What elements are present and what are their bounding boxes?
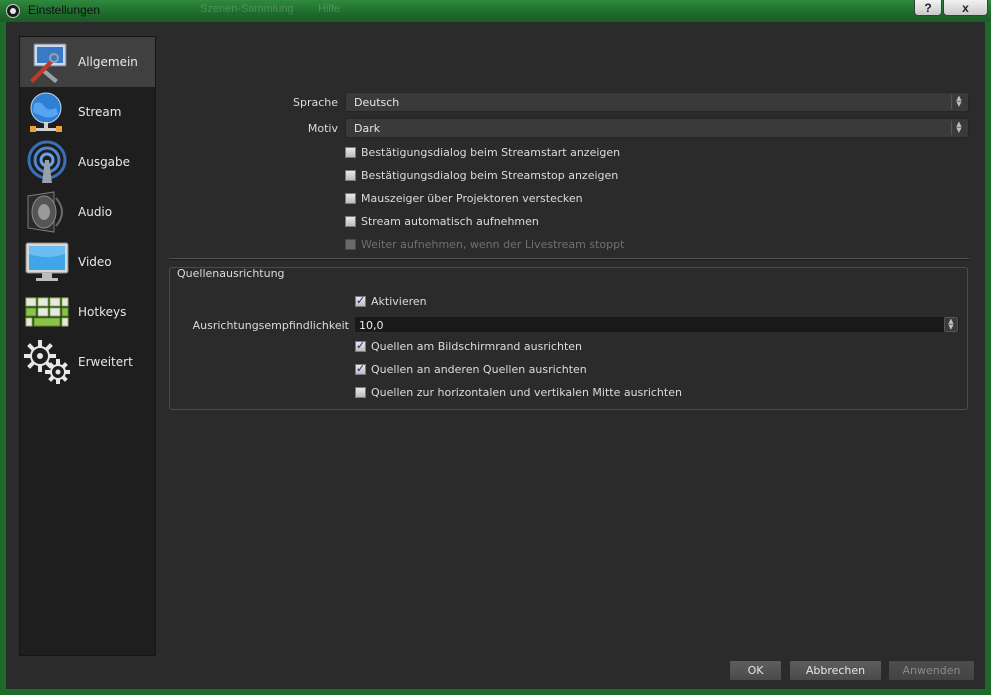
checkbox-label: Aktivieren xyxy=(371,295,427,308)
sidebar-item-audio[interactable]: Audio xyxy=(20,187,155,237)
sidebar-item-ausgabe[interactable]: Ausgabe xyxy=(20,137,155,187)
sidebar-item-erweitert[interactable]: Erweitert xyxy=(20,337,155,387)
theme-value: Dark xyxy=(354,122,381,135)
checkbox-box xyxy=(355,339,366,352)
checkbox-label: Stream automatisch aufnehmen xyxy=(361,215,539,228)
settings-dialog-body: Allgemein Stream Ausgabe Audio Video Hot… xyxy=(6,22,985,689)
confirm-stream-start-checkbox[interactable]: Bestätigungsdialog beim Streamstart anze… xyxy=(345,146,745,162)
checkbox-box xyxy=(345,239,356,250)
checkbox-label: Quellen zur horizontalen und vertikalen … xyxy=(371,386,682,399)
checkbox-box xyxy=(345,193,356,204)
sidebar-item-label: Erweitert xyxy=(78,355,133,369)
auto-record-checkbox[interactable]: Stream automatisch aufnehmen xyxy=(345,215,745,231)
checkbox-box xyxy=(345,147,356,158)
ok-button[interactable]: OK xyxy=(729,660,782,681)
checkbox-label: Weiter aufnehmen, wenn der Livestream st… xyxy=(361,238,625,251)
window-title: Einstellungen xyxy=(28,3,101,17)
sidebar-item-allgemein[interactable]: Allgemein xyxy=(20,37,155,87)
checkbox-label: Quellen an anderen Quellen ausrichten xyxy=(371,363,587,376)
checkbox-label: Quellen am Bildschirmrand ausrichten xyxy=(371,340,582,353)
snap-other-sources-checkbox[interactable]: Quellen an anderen Quellen ausrichten xyxy=(355,362,755,379)
updown-arrows-icon[interactable]: ▲ ▼ xyxy=(944,317,958,332)
close-button[interactable]: x xyxy=(943,0,988,16)
snapping-group-title: Quellenausrichtung xyxy=(177,267,285,280)
snap-sensitivity-spinbox[interactable]: 10,0 ▲ ▼ xyxy=(354,316,960,333)
sidebar-item-label: Video xyxy=(78,255,112,269)
language-label: Sprache xyxy=(292,96,338,109)
snap-sensitivity-label: Ausrichtungsempfindlichkeit xyxy=(192,319,349,332)
theme-select[interactable]: Dark ▲ ▼ xyxy=(345,118,969,138)
updown-arrows-icon: ▲ ▼ xyxy=(951,95,966,109)
help-button[interactable]: ? xyxy=(914,0,942,16)
background-menu-ghost: Hilfe xyxy=(318,3,341,15)
gears-icon xyxy=(24,340,70,384)
window-border-right xyxy=(985,22,991,695)
confirm-stream-stop-checkbox[interactable]: Bestätigungsdialog beim Streamstop anzei… xyxy=(345,169,745,185)
general-tools-icon xyxy=(30,43,67,83)
updown-arrows-icon: ▲ ▼ xyxy=(951,121,966,135)
globe-network-icon xyxy=(30,92,62,132)
keyboard-icon xyxy=(25,297,69,327)
checkbox-box xyxy=(355,294,366,307)
cancel-button[interactable]: Abbrechen xyxy=(789,660,882,681)
language-select[interactable]: Deutsch ▲ ▼ xyxy=(345,92,969,112)
speaker-icon xyxy=(27,191,63,233)
snap-center-checkbox[interactable]: Quellen zur horizontalen und vertikalen … xyxy=(355,386,755,402)
sidebar-item-label: Ausgabe xyxy=(78,155,131,169)
checkbox-box xyxy=(355,362,366,375)
sidebar-item-label: Hotkeys xyxy=(78,305,127,319)
checkbox-box xyxy=(355,387,366,398)
sidebar-item-label: Audio xyxy=(78,205,113,219)
checkbox-label: Bestätigungsdialog beim Streamstart anze… xyxy=(361,146,621,159)
window-border-bottom xyxy=(0,689,991,695)
title-bar: Einstellungen Szenen-Sammlung Hilfe ? x xyxy=(0,0,991,22)
snap-sensitivity-value: 10,0 xyxy=(359,319,384,332)
checkbox-label: Mauszeiger über Projektoren verstecken xyxy=(361,192,583,205)
apply-button[interactable]: Anwenden xyxy=(888,660,975,681)
checkbox-box xyxy=(345,170,356,181)
section-divider xyxy=(169,258,969,260)
snap-screen-edge-checkbox[interactable]: Quellen am Bildschirmrand ausrichten xyxy=(355,339,755,356)
background-menu-ghost: Szenen-Sammlung xyxy=(200,3,294,15)
language-value: Deutsch xyxy=(354,96,400,109)
keep-recording-checkbox[interactable]: Weiter aufnehmen, wenn der Livestream st… xyxy=(345,238,745,254)
antenna-icon xyxy=(27,140,67,183)
obs-logo-icon xyxy=(6,4,20,18)
sidebar-item-video[interactable]: Video xyxy=(20,237,155,287)
sidebar-item-hotkeys[interactable]: Hotkeys xyxy=(20,287,155,337)
hide-cursor-projectors-checkbox[interactable]: Mauszeiger über Projektoren verstecken xyxy=(345,192,745,208)
sidebar-item-stream[interactable]: Stream xyxy=(20,87,155,137)
sidebar-item-label: Allgemein xyxy=(78,55,138,69)
checkbox-label: Bestätigungsdialog beim Streamstop anzei… xyxy=(361,169,619,182)
sidebar-item-label: Stream xyxy=(78,105,122,119)
snapping-enable-checkbox[interactable]: Aktivieren xyxy=(355,294,555,311)
monitor-icon xyxy=(25,242,69,281)
checkbox-box xyxy=(345,216,356,227)
theme-label: Motiv xyxy=(307,122,338,135)
settings-sidebar: Allgemein Stream Ausgabe Audio Video Hot… xyxy=(19,36,156,656)
